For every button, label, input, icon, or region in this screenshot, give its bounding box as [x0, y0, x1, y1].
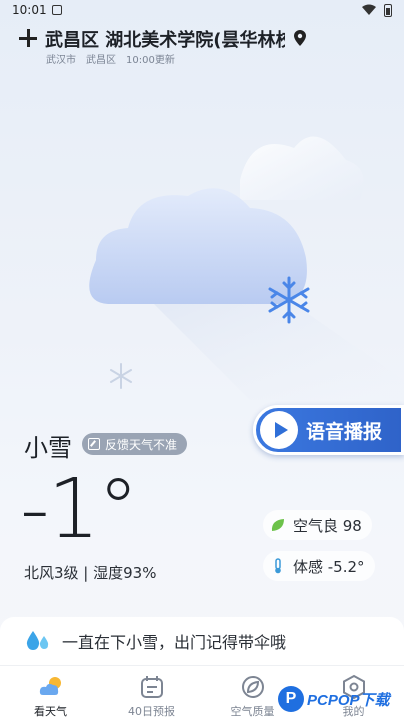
nav-tab-40day[interactable]: 40日预报	[101, 666, 202, 720]
nav-label-40day: 40日预报	[128, 705, 175, 718]
pcpop-watermark: P PCPOP下载	[278, 683, 404, 715]
air-quality-pill[interactable]: 空气良 98	[263, 510, 372, 540]
air-quality-value: 空气良 98	[293, 516, 362, 535]
nav-tab-weather[interactable]: 看天气	[0, 666, 101, 720]
nav-label-weather: 看天气	[34, 705, 67, 718]
watermark-text: PCPOP下载	[307, 691, 390, 709]
feedback-button[interactable]: 反馈天气不准	[82, 433, 188, 455]
notification-app-icon	[52, 5, 62, 15]
leaf-icon	[271, 519, 284, 531]
edit-icon	[88, 438, 100, 450]
water-drops-icon	[26, 631, 49, 650]
wind-humidity: 北风3级 | 湿度93%	[24, 564, 157, 582]
location-pin-icon	[294, 30, 306, 46]
battery-icon	[384, 4, 392, 17]
add-city-icon[interactable]	[18, 28, 38, 48]
play-icon	[260, 411, 298, 449]
voice-broadcast-label: 语音播报	[306, 420, 383, 443]
snow-cloud-illustration	[89, 136, 404, 400]
current-temperature: -1°	[20, 462, 139, 557]
weather-cloud-sun-icon	[39, 677, 61, 695]
weather-tip-text: 一直在下小雪，出门记得带伞哦	[62, 633, 287, 652]
feels-like-pill: 体感 -5.2°	[263, 551, 375, 581]
voice-broadcast-button[interactable]: 语音播报	[253, 405, 404, 455]
thermometer-icon	[275, 558, 281, 574]
weather-tip-bar: 一直在下小雪，出门记得带伞哦	[0, 617, 404, 665]
location-title[interactable]: 武昌区 湖北美术学院(昙华林校	[45, 26, 285, 52]
feedback-label: 反馈天气不准	[105, 437, 178, 452]
status-time: 10:01	[12, 3, 47, 17]
weather-condition: 小雪	[24, 434, 72, 462]
feels-like-value: 体感 -5.2°	[293, 557, 365, 576]
nav-label-air-quality: 空气质量	[230, 705, 275, 718]
snowflake-small-icon	[110, 363, 132, 389]
watermark-logo-icon: P	[278, 686, 304, 712]
calendar-icon	[140, 676, 163, 698]
status-bar: 10:01	[0, 0, 404, 22]
wifi-icon	[362, 4, 376, 15]
leaf-circle-icon	[241, 676, 264, 698]
